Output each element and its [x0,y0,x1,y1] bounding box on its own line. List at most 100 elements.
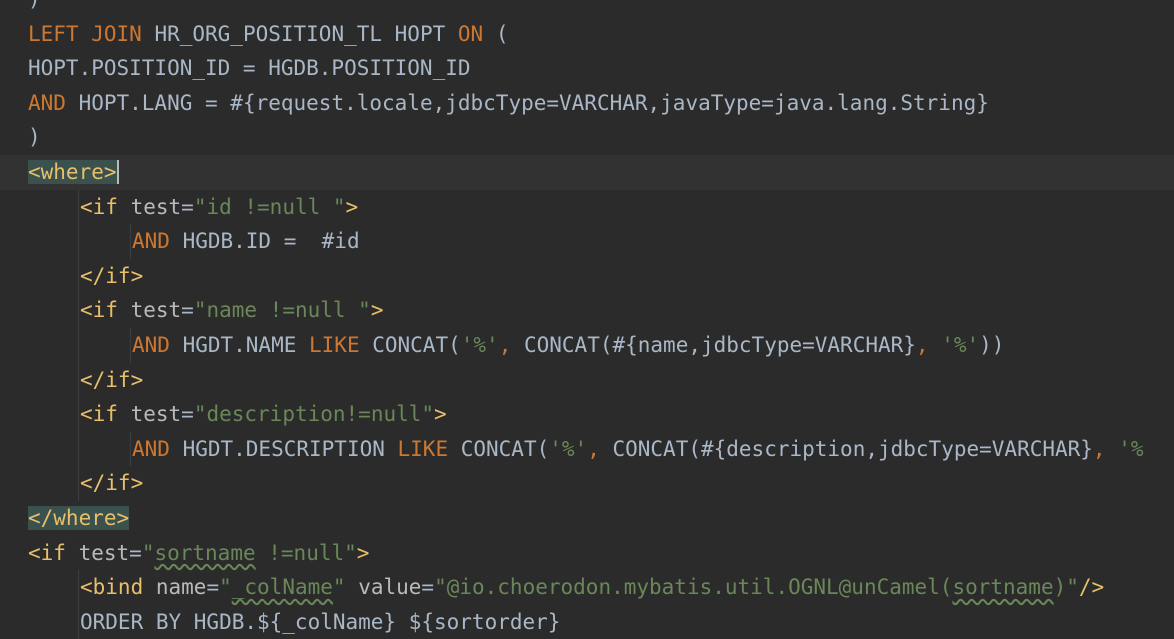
code-line[interactable]: AND HGDT.NAME LIKE CONCAT('%', CONCAT(#{… [0,328,1174,363]
code-line-current[interactable]: <where> [0,155,1174,190]
code-text: </where> [28,501,130,536]
code-line[interactable]: LEFT JOIN HR_ORG_POSITION_TL HOPT ON ( [0,17,1174,52]
code-token: <bind [80,575,156,600]
code-token: , [498,333,524,357]
code-token: CONCAT( [460,436,550,461]
code-text: <bind name="_colName" value="@io.choerod… [80,570,1104,605]
code-line[interactable]: AND HOPT.LANG = #{request.locale,jdbcTyp… [0,86,1174,121]
code-token: HGDT.DESCRIPTION [182,436,398,461]
code-line[interactable]: <if test="id !=null "> [0,189,1174,225]
code-token: sortname [154,540,256,565]
indent-guide [78,570,79,605]
code-line[interactable]: ORDER BY HGDB.${_colName} ${sortorder} [0,604,1174,639]
code-token: '%' [549,436,588,461]
code-token: '%' [460,333,499,357]
code-token: </if> [80,367,144,392]
code-token: , [1092,436,1119,461]
code-text: </if> [80,363,143,398]
code-token: sortname [952,575,1054,600]
code-line[interactable]: <bind name="_colName" value="@io.choerod… [0,570,1174,605]
indent-guide [78,362,79,398]
code-token: <if [80,402,131,427]
code-text: AND HGDT.NAME LIKE CONCAT('%', CONCAT(#{… [132,328,1004,363]
code-token: LEFT JOIN [28,21,155,46]
code-line[interactable]: </if> [0,362,1174,398]
code-token: = [129,540,142,565]
code-token: CONCAT( [372,333,461,357]
code-token: AND [132,229,183,254]
code-line[interactable]: </if> [0,258,1174,294]
code-text: AND HGDB.ID = #id [132,224,360,259]
code-token: test [130,194,182,219]
indent-guide [78,604,79,639]
code-token: CONCAT(#{description,jdbcType=VARCHAR} [612,436,1093,461]
code-token: "name !=null " [193,298,371,323]
code-text: ) [28,0,41,17]
code-token: = [181,298,194,323]
code-token: HGDB.ID = #id [182,229,360,254]
code-line[interactable]: ) [0,120,1174,155]
code-text: AND HGDT.DESCRIPTION LIKE CONCAT('%', CO… [132,432,1144,467]
code-line[interactable]: <if test="description!=null"> [0,397,1174,432]
code-token: '%' [941,333,980,357]
code-token: ) [28,125,41,150]
indent-guide [78,328,79,363]
code-editor[interactable]: )LEFT JOIN HR_ORG_POSITION_TL HOPT ON (H… [0,0,1174,639]
code-token: = [181,402,194,427]
code-text: <if test="name !=null "> [80,293,383,328]
code-text: LEFT JOIN HR_ORG_POSITION_TL HOPT ON ( [28,17,508,52]
indent-guide [78,431,79,467]
code-token: > [356,540,370,565]
code-token: </where> [28,506,130,530]
code-token: "@io.choerodon.mybatis.util.OGNL@unCamel… [434,575,953,600]
code-token: ( [495,21,509,46]
code-text: </if> [80,259,143,294]
code-token: <if [80,194,131,219]
code-text: <if test="id !=null "> [80,190,358,225]
code-token: HGDT.NAME [182,333,310,357]
code-text: <where> [28,155,119,190]
code-token: LIKE [309,333,373,357]
code-text: <if test="sortname !=null"> [28,536,369,571]
code-line[interactable]: <if test="sortname !=null"> [0,536,1174,571]
code-token: </if> [80,471,144,496]
code-line[interactable]: <if test="name !=null "> [0,293,1174,328]
code-token: test [130,402,182,427]
code-token: <if [80,298,131,323]
indent-guide [78,397,79,432]
code-token: "description!=null" [193,402,435,427]
code-line[interactable]: HOPT.POSITION_ID = HGDB.POSITION_ID [0,51,1174,86]
code-text: </if> [80,466,143,501]
code-line[interactable]: </where> [0,501,1174,536]
code-token: <if [28,540,79,565]
code-token: = [181,194,194,219]
indent-guide [78,466,79,501]
code-token: _colName [231,575,333,600]
code-token: CONCAT(#{name,jdbcType=VARCHAR} [523,333,916,357]
code-text: ORDER BY HGDB.${_colName} ${sortorder} [80,605,560,639]
code-token: = [421,575,435,600]
code-token: "id !=null " [193,194,346,219]
code-token: )) [979,333,1005,357]
code-line[interactable]: AND HGDB.ID = #id [0,224,1174,259]
code-token: name [155,575,207,600]
code-line[interactable]: ) [0,0,1174,17]
code-token: HOPT.POSITION_ID = HGDB.POSITION_ID [28,56,471,81]
text-cursor [116,160,119,184]
code-line[interactable]: </if> [0,466,1174,501]
code-token: HOPT.LANG = #{request.locale,jdbcType=VA… [78,90,989,115]
code-text: AND HOPT.LANG = #{request.locale,jdbcTyp… [28,86,989,121]
code-token: value [358,575,422,600]
indent-guide [78,293,79,328]
code-token: test [130,298,182,323]
code-token: AND [28,90,79,115]
code-token: > [345,194,359,219]
code-token: , [915,333,942,357]
code-token: !=null" [255,540,357,565]
code-line[interactable]: AND HGDT.DESCRIPTION LIKE CONCAT('%', CO… [0,431,1174,467]
code-token: > [370,298,384,323]
code-token: ON [457,21,496,46]
code-token: LIKE [397,436,461,461]
indent-guide [78,224,79,259]
code-token: '% [1118,436,1144,461]
